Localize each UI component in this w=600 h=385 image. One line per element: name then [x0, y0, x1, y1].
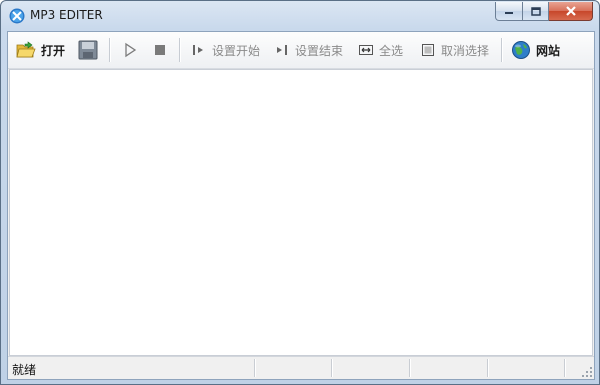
client-area: 打开 设置开始 设置结束 全选 取消选择 网站 就绪 [7, 31, 595, 380]
status-pane-divider [409, 359, 411, 377]
status-text: 就绪 [12, 363, 37, 377]
select-all-button[interactable]: 全选 [358, 38, 403, 62]
minimize-button[interactable] [495, 2, 523, 21]
set-end-button[interactable]: 设置结束 [274, 38, 343, 62]
editor-area[interactable] [9, 69, 593, 356]
status-pane-divider [487, 359, 489, 377]
set-start-label: 设置开始 [212, 43, 261, 58]
save-disk-icon [78, 40, 98, 60]
save-button[interactable] [78, 38, 98, 62]
close-button[interactable] [549, 2, 593, 21]
play-button[interactable] [122, 38, 138, 62]
status-pane-divider [564, 359, 566, 377]
minimize-icon [505, 12, 513, 14]
globe-icon [512, 41, 530, 59]
stop-button[interactable] [152, 38, 168, 62]
set-start-icon [193, 45, 203, 55]
website-label: 网站 [536, 43, 561, 58]
title-bar[interactable]: MP3 EDITER [1, 1, 599, 31]
open-button[interactable]: 打开 [16, 38, 65, 62]
status-bar: 就绪 [8, 356, 594, 379]
deselect-label: 取消选择 [441, 43, 490, 58]
app-logo-icon [9, 8, 25, 24]
set-start-button[interactable]: 设置开始 [191, 38, 260, 62]
set-end-icon [277, 45, 287, 55]
close-icon [565, 6, 576, 16]
open-label: 打开 [41, 43, 66, 58]
set-end-label: 设置结束 [295, 43, 344, 58]
app-window: MP3 EDITER 打开 设置开始 设置结束 全选 取消选择 网站 就绪 [0, 0, 600, 385]
website-button[interactable]: 网站 [511, 38, 560, 62]
play-icon [125, 42, 137, 58]
toolbar-separator [179, 38, 181, 62]
maximize-icon [530, 6, 541, 16]
toolbar-separator [109, 38, 111, 62]
toolbar: 打开 设置开始 设置结束 全选 取消选择 网站 [8, 32, 594, 69]
status-pane-divider [254, 359, 256, 377]
status-pane-divider [331, 359, 333, 377]
deselect-icon [422, 44, 434, 56]
select-all-icon [359, 45, 373, 55]
select-all-label: 全选 [379, 43, 404, 58]
resize-grip-icon[interactable] [582, 367, 592, 377]
maximize-button[interactable] [523, 2, 549, 21]
deselect-button[interactable]: 取消选择 [420, 38, 489, 62]
open-folder-icon [16, 41, 36, 58]
window-title: MP3 EDITER [30, 8, 103, 22]
toolbar-separator [501, 38, 503, 62]
stop-icon [155, 45, 165, 55]
